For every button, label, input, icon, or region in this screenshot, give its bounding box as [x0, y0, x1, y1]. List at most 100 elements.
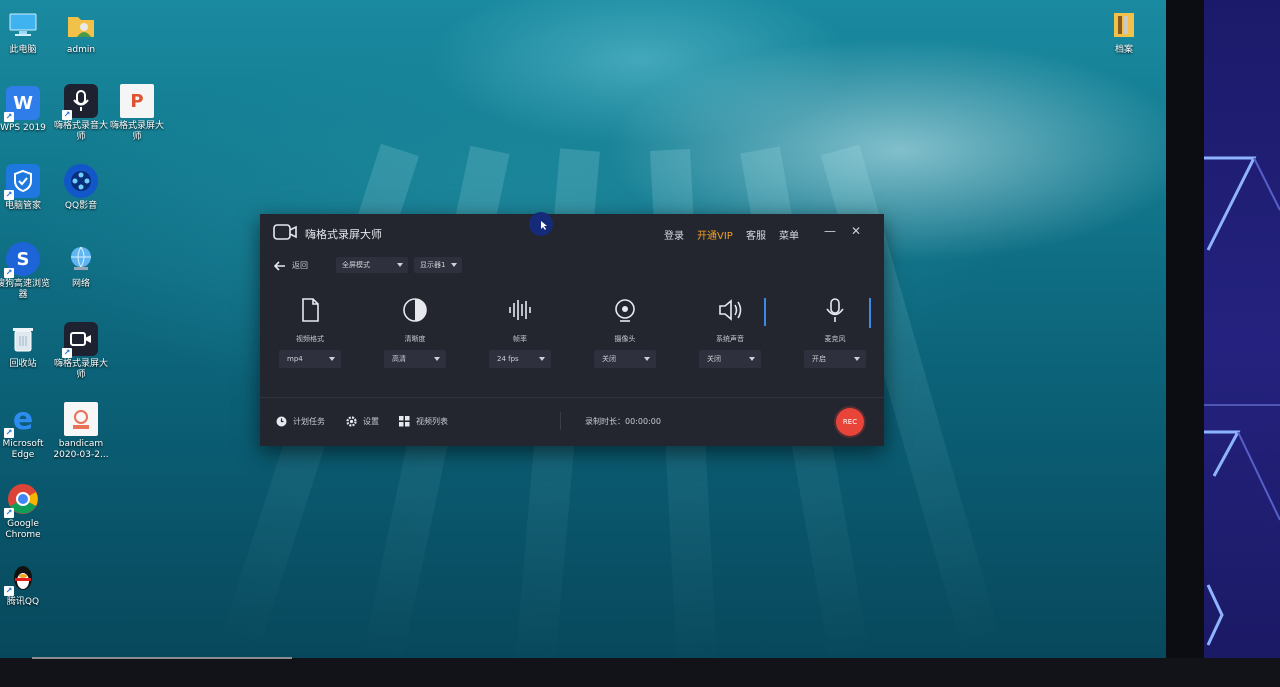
desktop-icon-label: 嗨格式录屏大师: [109, 121, 164, 142]
video-format-setting: 视频格式 mp4: [279, 296, 341, 368]
footer-divider: [560, 412, 561, 430]
microphone-label: 麦克风: [824, 335, 846, 343]
desktop-icon-label: 电脑管家: [4, 201, 41, 211]
desktop-icon-archive[interactable]: 档案: [1095, 8, 1153, 56]
edge-e-icon: e ↗: [4, 401, 34, 438]
desktop-icon-this-pc[interactable]: 此电脑: [0, 8, 52, 56]
title-bar[interactable]: 嗨格式录屏大师 登录 开通VIP 客服 菜单 — ✕: [260, 214, 884, 252]
desktop-icon-label: Google Chrome: [5, 519, 41, 540]
microphone-app-icon: ↗: [62, 84, 98, 120]
speaker-icon: [719, 299, 742, 321]
chevron-down-icon: [539, 357, 545, 361]
document-icon: P: [120, 84, 154, 118]
recycle-bin-icon: [6, 322, 40, 356]
half-circle-icon: [403, 298, 427, 322]
login-link[interactable]: 登录: [664, 227, 684, 242]
globe-icon: [64, 242, 98, 276]
chevron-down-icon: [451, 263, 457, 267]
video-format-select[interactable]: mp4: [279, 350, 341, 368]
app-title: 嗨格式录屏大师: [305, 228, 382, 241]
menu-link[interactable]: 菜单: [779, 227, 799, 242]
chevron-down-icon: [434, 357, 440, 361]
camera-setting: 摄像头 关闭: [594, 296, 656, 368]
desktop-icon-label: admin: [66, 45, 96, 55]
back-button[interactable]: 返回: [274, 260, 308, 271]
system-sound-value: 关闭: [707, 355, 721, 363]
quality-setting: 清晰度 高清: [384, 296, 446, 368]
camera-select[interactable]: 关闭: [594, 350, 656, 368]
desktop-icon-qq[interactable]: ↗ 腾讯QQ: [0, 560, 52, 608]
microphone-value: 开启: [812, 355, 826, 363]
schedule-label: 计划任务: [293, 417, 325, 426]
desktop-icon-screen-recorder[interactable]: ↗ 嗨格式录屏大师: [52, 322, 110, 381]
screen: 此电脑 admin W ↗ WPS 2019 ↗ 嗨格式录音大师 P 嗨格式录屏大…: [0, 0, 1280, 687]
microphone-select[interactable]: 开启: [804, 350, 866, 368]
system-sound-select[interactable]: 关闭: [699, 350, 761, 368]
desktop-icon-network[interactable]: 网络: [52, 242, 110, 290]
record-button[interactable]: REC: [836, 408, 864, 436]
video-list-button[interactable]: 视频列表: [399, 416, 448, 427]
desktop-icon-edge[interactable]: e ↗ Microsoft Edge: [0, 402, 52, 461]
desktop-icon-pc-manager[interactable]: ↗ 电脑管家: [0, 164, 52, 212]
wps-icon: W ↗: [4, 86, 40, 122]
vip-link[interactable]: 开通VIP: [697, 227, 733, 242]
settings-button[interactable]: 设置: [346, 416, 379, 427]
display-select[interactable]: 显示器1: [414, 257, 462, 273]
waveform-icon: [509, 300, 531, 320]
desktop-icon-audio-recorder[interactable]: ↗ 嗨格式录音大师: [52, 84, 110, 143]
shield-icon: ↗: [4, 164, 40, 200]
computer-icon: [6, 8, 40, 42]
video-control-bar: [0, 658, 1280, 687]
desktop-icon-label: 档案: [1114, 45, 1133, 55]
video-progress-bar[interactable]: [32, 657, 292, 659]
chevron-down-icon: [854, 357, 860, 361]
desktop-icon-sogou-browser[interactable]: S ↗ 搜狗高速浏览器: [0, 242, 52, 301]
desktop-icon-label: WPS 2019: [0, 123, 46, 133]
close-button[interactable]: ✕: [849, 224, 863, 238]
recording-duration-text: 录制时长：00:00:00: [585, 417, 661, 426]
quality-select[interactable]: 高清: [384, 350, 446, 368]
schedule-button[interactable]: 计划任务: [276, 416, 325, 427]
quality-label: 清晰度: [404, 335, 426, 343]
desktop-icon-label: bandicam 2020-03-2...: [53, 439, 109, 460]
recording-duration: 录制时长：00:00:00: [585, 416, 661, 427]
camera-app-icon: ↗: [62, 322, 98, 358]
desktop-icon-recycle-bin[interactable]: 回收站: [0, 322, 52, 370]
mode-select[interactable]: 全屏模式: [336, 257, 408, 273]
desktop-icon-qq-player[interactable]: QQ影音: [52, 164, 110, 212]
desktop-icon-wps[interactable]: W ↗ WPS 2019: [0, 86, 52, 134]
browser-s-icon: S ↗: [4, 242, 40, 278]
desktop-icon-admin[interactable]: admin: [52, 8, 110, 56]
minimize-button[interactable]: —: [823, 224, 837, 238]
footer-bar: 计划任务 设置 视频列表 录制时长：00:00:00 REC: [260, 398, 884, 446]
desktop-icon-screen-recorder-doc[interactable]: P 嗨格式录屏大师: [108, 84, 166, 143]
video-format-value: mp4: [287, 355, 303, 363]
microphone-icon: [826, 298, 844, 322]
desktop-icon-label: Microsoft Edge: [2, 439, 44, 460]
desktop-icon-label: 腾讯QQ: [6, 597, 40, 607]
webcam-icon: [615, 299, 635, 322]
file-icon: [302, 298, 319, 322]
penguin-icon: ↗: [4, 560, 40, 596]
microphone-setting: 麦克风 开启: [804, 296, 866, 368]
desktop-icon-chrome[interactable]: ↗ Google Chrome: [0, 482, 52, 541]
camera-label: 摄像头: [614, 335, 636, 343]
chevron-down-icon: [749, 357, 755, 361]
system-sound-volume-slider[interactable]: [764, 298, 766, 326]
desktop-icon-label: 搜狗高速浏览器: [0, 279, 50, 300]
desktop-icon-label: 网络: [71, 279, 90, 289]
desktop-icon-label: 嗨格式录音大师: [53, 121, 108, 142]
desktop-icon-bandicam-file[interactable]: bandicam 2020-03-2...: [52, 402, 110, 461]
gear-icon: [346, 416, 357, 427]
desktop-icon-label: 嗨格式录屏大师: [53, 359, 108, 380]
mouse-pointer-icon: [541, 221, 547, 230]
desktop-icon-label: 此电脑: [9, 45, 37, 55]
frame-rate-select[interactable]: 24 fps: [489, 350, 551, 368]
system-sound-setting: 系统声音 关闭: [699, 296, 761, 368]
black-gap: [1166, 0, 1204, 687]
microphone-volume-slider[interactable]: [869, 298, 871, 328]
grid-icon: [399, 416, 410, 427]
support-link[interactable]: 客服: [746, 227, 766, 242]
frame-rate-setting: 帧率 24 fps: [489, 296, 551, 368]
camera-logo-icon: [273, 224, 297, 240]
